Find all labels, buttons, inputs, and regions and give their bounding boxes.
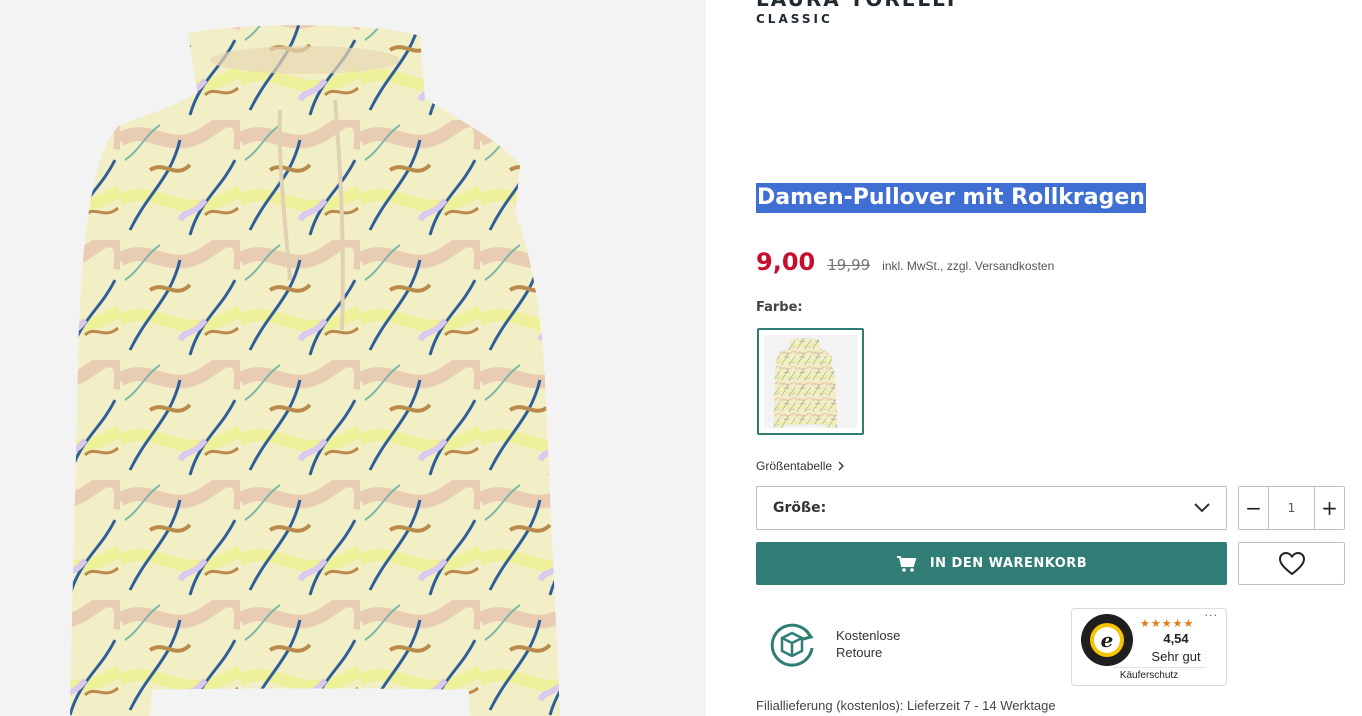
old-price: 19,99 — [827, 256, 871, 274]
rating-score: 4,54 — [1163, 631, 1189, 646]
chevron-right-icon — [838, 461, 844, 471]
rating-text: Sehr gut — [1151, 649, 1201, 664]
size-table-link[interactable]: Größentabelle — [756, 459, 846, 473]
rating-stars: ★★★★★ — [1140, 617, 1195, 630]
color-label: Farbe: — [756, 300, 803, 315]
heart-icon — [1278, 551, 1305, 575]
free-return-info: Kostenlose Retoure — [766, 618, 900, 670]
quantity-input[interactable]: 1 — [1268, 487, 1315, 529]
badge-divider — [1114, 667, 1206, 668]
add-to-cart-label: IN DEN WARENKORB — [929, 556, 1088, 571]
trusted-shops-seal-icon: e — [1081, 614, 1133, 666]
price-row: 9,00 19,99 inkl. MwSt., zzgl. Versandkos… — [756, 248, 1054, 276]
trusted-shops-badge[interactable]: e ··· ★★★★★ 4,54 Sehr gut Käuferschutz — [1071, 608, 1227, 686]
chevron-down-icon — [1194, 503, 1210, 513]
brand-name: LAURA TORELLI — [756, 0, 956, 10]
brand-subline: CLASSIC — [756, 12, 833, 26]
product-image-panel[interactable] — [0, 0, 706, 716]
buyer-protection-label: Käuferschutz — [1119, 670, 1179, 681]
return-line-2: Retoure — [836, 645, 883, 660]
size-select-label: Größe: — [773, 500, 827, 516]
size-table-label: Größentabelle — [756, 459, 833, 473]
return-line-1: Kostenlose — [836, 628, 901, 643]
wishlist-button[interactable] — [1238, 542, 1345, 585]
trusted-shops-menu-icon[interactable]: ··· — [1205, 609, 1219, 622]
return-box-icon — [770, 623, 814, 667]
quantity-stepper[interactable]: − 1 + — [1238, 486, 1345, 530]
product-title: Damen-Pullover mit Rollkragen — [756, 183, 1146, 213]
cart-icon — [896, 555, 917, 572]
size-select[interactable]: Größe: — [756, 486, 1227, 530]
add-to-cart-button[interactable]: IN DEN WARENKORB — [756, 542, 1227, 585]
svg-text:e: e — [1101, 628, 1114, 652]
delivery-info: Filiallieferung (kostenlos): Lieferzeit … — [756, 698, 1056, 713]
product-image — [70, 25, 560, 716]
color-swatch-selected[interactable] — [757, 328, 864, 435]
quantity-increase-button[interactable]: + — [1315, 487, 1344, 529]
color-swatch-image — [764, 335, 857, 428]
brand-logo[interactable]: LAURA TORELLI CLASSIC — [756, 0, 956, 26]
price-tax-note: inkl. MwSt., zzgl. Versandkosten — [882, 259, 1055, 273]
quantity-decrease-button[interactable]: − — [1239, 487, 1268, 529]
current-price: 9,00 — [756, 248, 816, 276]
